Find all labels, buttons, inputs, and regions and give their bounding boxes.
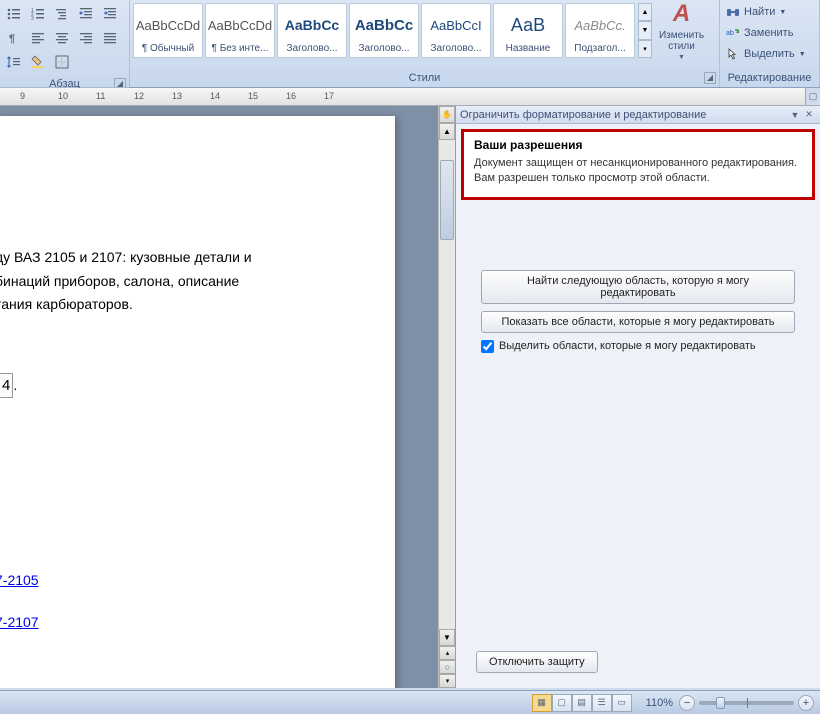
increase-indent-button[interactable] bbox=[99, 3, 121, 25]
main-area: ду ВАЗ 2105 и 2107: кузовные детали и би… bbox=[0, 106, 820, 688]
outline-view-button[interactable]: ☰ bbox=[592, 694, 612, 712]
style-title[interactable]: АаВНазвание bbox=[493, 3, 563, 58]
print-layout-view-button[interactable]: ▦ bbox=[532, 694, 552, 712]
svg-text:ab: ab bbox=[726, 30, 734, 37]
binoculars-icon bbox=[726, 5, 740, 19]
draft-view-button[interactable]: ▭ bbox=[612, 694, 632, 712]
style-normal[interactable]: AaBbCcDd¶ Обычный bbox=[133, 3, 203, 58]
restrict-editing-pane: Ограничить форматирование и редактирован… bbox=[455, 106, 820, 688]
task-pane-header: Ограничить форматирование и редактирован… bbox=[456, 106, 820, 124]
chevron-down-icon: ▼ bbox=[779, 9, 786, 16]
replace-icon: ab bbox=[726, 26, 740, 40]
zoom-in-button[interactable]: + bbox=[798, 695, 814, 711]
full-screen-view-button[interactable]: ▢ bbox=[552, 694, 572, 712]
align-center-button[interactable] bbox=[51, 27, 73, 49]
style-scroll-up[interactable]: ▲ bbox=[638, 3, 652, 21]
permissions-box: Ваши разрешения Документ защищен от неса… bbox=[461, 129, 815, 200]
style-subtitle[interactable]: AaBbCс.Подзагол... bbox=[565, 3, 635, 58]
zoom-out-button[interactable]: − bbox=[679, 695, 695, 711]
bullets-button[interactable] bbox=[3, 3, 25, 25]
svg-text:¶: ¶ bbox=[9, 33, 15, 45]
stop-protection-button[interactable]: Отключить защиту bbox=[476, 651, 598, 673]
svg-text:3: 3 bbox=[31, 16, 34, 22]
paragraph-group: 123 ¶ Абзац ◢ bbox=[0, 0, 130, 87]
next-page-button[interactable]: ▾ bbox=[439, 674, 456, 688]
document-page: ду ВАЗ 2105 и 2107: кузовные детали и би… bbox=[0, 116, 395, 688]
zoom-slider[interactable] bbox=[699, 701, 794, 705]
align-right-button[interactable] bbox=[75, 27, 97, 49]
prev-page-button[interactable]: ▴ bbox=[439, 646, 456, 660]
vertical-scrollbar: ✋ ▲ ▼ ▴ ○ ▾ bbox=[438, 106, 455, 688]
horizontal-ruler[interactable]: 9 10 11 12 13 14 15 16 17 ▢ bbox=[0, 88, 820, 106]
align-left-button[interactable] bbox=[27, 27, 49, 49]
change-styles-button[interactable]: A Изменить стили ▼ bbox=[654, 3, 709, 58]
permissions-text: Вам разрешен только просмотр этой област… bbox=[474, 171, 802, 186]
show-all-regions-button[interactable]: Показать все области, которые я могу ред… bbox=[481, 311, 795, 333]
scroll-up-button[interactable]: ▲ bbox=[439, 123, 455, 140]
region-controls: Найти следующую область, которую я могу … bbox=[461, 270, 815, 353]
style-scroll-down[interactable]: ▼ bbox=[638, 21, 652, 39]
editing-buttons: Найти ▼ ab Заменить Выделить ▼ bbox=[720, 0, 819, 70]
paragraph-buttons: 123 ¶ bbox=[0, 0, 129, 76]
styles-group: AaBbCcDd¶ Обычный AaBbCcDd¶ Без инте... … bbox=[130, 0, 720, 87]
show-formatting-button[interactable]: ¶ bbox=[3, 27, 25, 49]
task-pane-body: Ваши разрешения Документ защищен от неса… bbox=[456, 124, 820, 641]
change-styles-icon: A bbox=[673, 0, 690, 28]
justify-button[interactable] bbox=[99, 27, 121, 49]
web-layout-view-button[interactable]: ▤ bbox=[572, 694, 592, 712]
editing-group: Найти ▼ ab Заменить Выделить ▼ Редактиро… bbox=[720, 0, 820, 87]
document-text: ду ВАЗ 2105 и 2107: кузовные детали и bbox=[0, 246, 385, 270]
select-icon bbox=[726, 47, 740, 61]
styles-expand-icon[interactable]: ◢ bbox=[704, 72, 716, 84]
style-heading2[interactable]: AaBbCсЗаголово... bbox=[349, 3, 419, 58]
task-pane-menu-button[interactable]: ▼ bbox=[788, 108, 802, 122]
permissions-text: Документ защищен от несанкционированного… bbox=[474, 156, 802, 171]
document-url-text: 71/specifications/2307271_7808222_643211… bbox=[0, 685, 385, 688]
borders-button[interactable] bbox=[51, 51, 73, 73]
editing-group-label: Редактирование bbox=[720, 70, 819, 87]
view-buttons: ▦ ▢ ▤ ☰ ▭ bbox=[532, 694, 632, 712]
find-button[interactable]: Найти ▼ bbox=[722, 2, 790, 22]
style-heading3[interactable]: AaBbCcIЗаголово... bbox=[421, 3, 491, 58]
line-spacing-button[interactable] bbox=[3, 51, 25, 73]
chevron-down-icon: ▼ bbox=[799, 51, 806, 58]
select-button[interactable]: Выделить ▼ bbox=[722, 44, 810, 64]
document-link[interactable]: 7-2105 bbox=[0, 572, 39, 588]
zoom-slider-thumb[interactable] bbox=[716, 697, 725, 709]
zoom-level[interactable]: 110% bbox=[646, 697, 673, 709]
task-pane-close-button[interactable]: ✕ bbox=[802, 108, 816, 122]
scrollbar-thumb[interactable] bbox=[440, 160, 454, 240]
document-link[interactable]: 7-2107 bbox=[0, 614, 39, 630]
permissions-title: Ваши разрешения bbox=[474, 138, 802, 152]
multilevel-list-button[interactable] bbox=[51, 3, 73, 25]
scroll-down-button[interactable]: ▼ bbox=[439, 629, 455, 646]
chevron-down-icon: ▼ bbox=[678, 54, 685, 61]
task-pane-footer: Отключить защиту bbox=[456, 641, 820, 688]
document-text: бинаций приборов, салона, описание bbox=[0, 270, 385, 294]
style-gallery-expand[interactable]: ▾ bbox=[638, 40, 652, 58]
highlight-regions-checkbox[interactable]: Выделить области, которые я могу редакти… bbox=[481, 340, 795, 353]
document-text: тания карбюраторов. bbox=[0, 293, 385, 317]
style-heading1[interactable]: AaBbCсЗаголово... bbox=[277, 3, 347, 58]
styles-gallery: AaBbCcDd¶ Обычный AaBbCcDd¶ Без инте... … bbox=[130, 0, 719, 70]
style-no-spacing[interactable]: AaBbCcDd¶ Без инте... bbox=[205, 3, 275, 58]
editable-region-marker[interactable]: 4 bbox=[0, 373, 13, 398]
ribbon: 123 ¶ Абзац ◢ AaBbCcDd¶ Обычный AaBbCcDd… bbox=[0, 0, 820, 88]
shading-button[interactable] bbox=[27, 51, 49, 73]
replace-button[interactable]: ab Заменить bbox=[722, 23, 797, 43]
status-bar: ▦ ▢ ▤ ☰ ▭ 110% − + bbox=[0, 690, 820, 714]
scrollbar-track[interactable] bbox=[439, 140, 455, 629]
style-gallery-scroll: ▲ ▼ ▾ bbox=[638, 3, 652, 58]
pan-hand-button[interactable]: ✋ bbox=[439, 106, 455, 123]
document-area[interactable]: ду ВАЗ 2105 и 2107: кузовные детали и би… bbox=[0, 106, 438, 688]
decrease-indent-button[interactable] bbox=[75, 3, 97, 25]
highlight-regions-input[interactable] bbox=[481, 340, 494, 353]
ruler-toggle-button[interactable]: ▢ bbox=[805, 88, 820, 105]
task-pane-title: Ограничить форматирование и редактирован… bbox=[460, 109, 788, 121]
find-next-region-button[interactable]: Найти следующую область, которую я могу … bbox=[481, 270, 795, 304]
numbering-button[interactable]: 123 bbox=[27, 3, 49, 25]
browse-object-button[interactable]: ○ bbox=[439, 660, 456, 674]
styles-group-label: Стили ◢ bbox=[130, 70, 719, 87]
